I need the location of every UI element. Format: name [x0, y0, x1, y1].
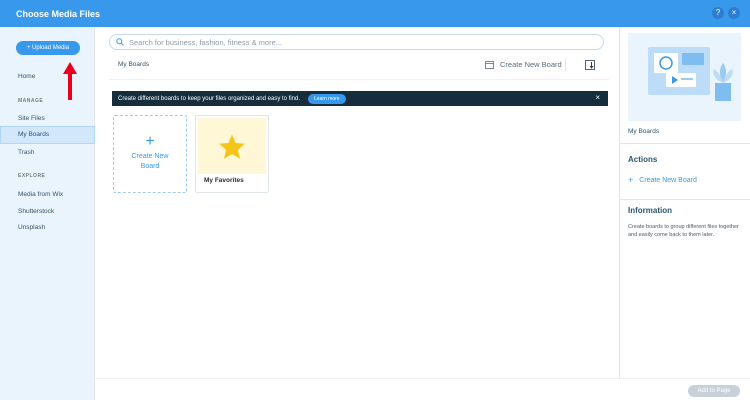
panel-create-new-board-link[interactable]: + Create New Board [628, 175, 697, 185]
selected-item-label: My Boards [628, 128, 660, 135]
board-card-label: My Favorites [204, 177, 244, 184]
sidebar-item-home[interactable]: Home [18, 73, 35, 80]
red-arrow-annotation [63, 62, 77, 100]
footer-bar: Add to Page [95, 378, 750, 400]
star-icon [219, 133, 245, 159]
sidebar-item-site-files[interactable]: Site Files [18, 115, 45, 122]
information-text: Create boards to group different files t… [628, 224, 739, 238]
banner-close-icon[interactable]: × [595, 94, 600, 102]
sidebar-item-shutterstock[interactable]: Shutterstock [18, 208, 54, 215]
actions-heading: Actions [628, 155, 658, 164]
sort-icon[interactable] [585, 60, 595, 70]
create-new-board-button[interactable]: Create New Board [485, 60, 562, 69]
sidebar-heading-explore: EXPLORE [18, 173, 46, 179]
add-to-page-button[interactable]: Add to Page [688, 385, 740, 397]
info-banner: Create different boards to keep your fil… [112, 91, 608, 106]
sidebar-item-media-from-wix[interactable]: Media from Wix [18, 191, 63, 198]
upload-media-button[interactable]: + Upload Media [16, 41, 80, 55]
breadcrumb: My Boards [118, 61, 150, 68]
create-new-board-label: Create New Board [500, 60, 562, 69]
sidebar-item-unsplash[interactable]: Unsplash [18, 224, 45, 231]
search-input[interactable]: Search for business, fashion, fitness & … [109, 34, 604, 50]
board-thumbnail [198, 118, 266, 174]
plus-icon: + [628, 175, 634, 185]
panel-create-new-board-label: Create New Board [639, 177, 697, 184]
toolbar-divider [565, 59, 566, 71]
sidebar-heading-manage: MANAGE [18, 98, 44, 104]
window-title: Choose Media Files [16, 8, 101, 19]
toolbar-separator [109, 79, 609, 80]
sidebar: + Upload Media Home MANAGE Site Files My… [0, 27, 95, 400]
title-bar: Choose Media Files ? × [0, 0, 750, 27]
sidebar-item-my-boards[interactable]: My Boards [0, 126, 95, 144]
plus-icon: + [145, 133, 155, 150]
search-placeholder: Search for business, fashion, fitness & … [129, 37, 282, 47]
details-panel: My Boards Actions + Create New Board Info… [619, 27, 750, 400]
board-card-my-favorites[interactable]: My Favorites [195, 115, 269, 193]
learn-more-button[interactable]: Learn more [308, 93, 346, 104]
information-heading: Information [628, 206, 672, 215]
panel-divider [620, 143, 750, 144]
search-icon [116, 38, 124, 46]
close-icon[interactable]: × [728, 7, 740, 19]
banner-text: Create different boards to keep your fil… [118, 95, 301, 102]
panel-divider [620, 199, 750, 200]
create-new-board-card[interactable]: + Create New Board [113, 115, 187, 193]
create-new-board-card-label: Create New Board [131, 153, 169, 170]
boards-illustration [628, 33, 741, 121]
sidebar-item-trash[interactable]: Trash [18, 149, 34, 156]
new-board-icon [485, 60, 494, 69]
help-icon[interactable]: ? [712, 7, 724, 19]
main-content: Search for business, fashion, fitness & … [95, 27, 619, 400]
